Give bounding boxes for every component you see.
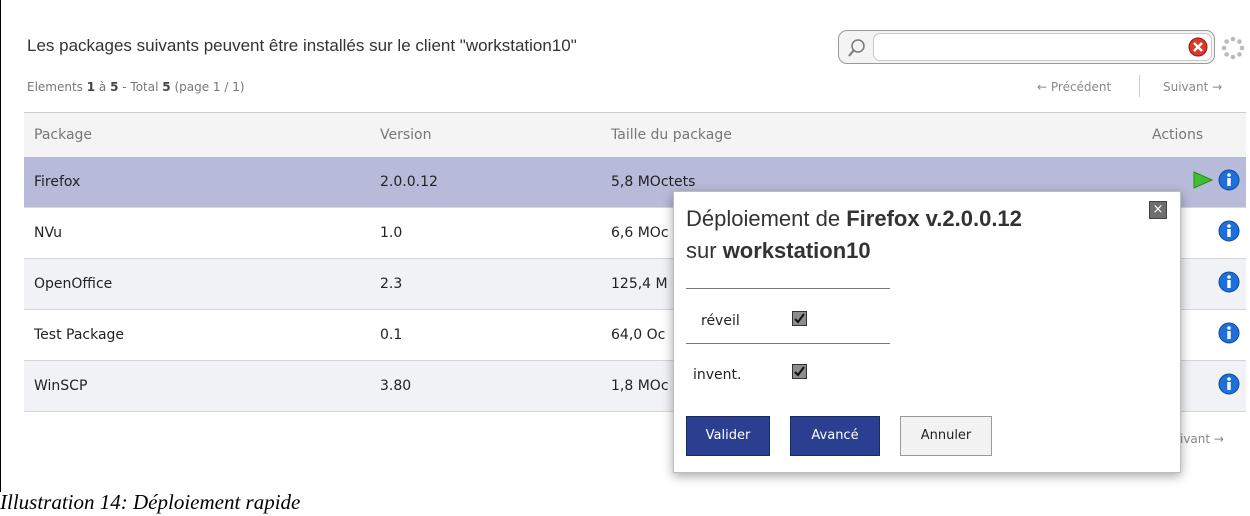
next-link[interactable]: Suivant → (1163, 80, 1222, 94)
table-header-row: Package Version Taille du package Action… (24, 112, 1246, 157)
pager-separator (1139, 75, 1140, 97)
page-title: Les packages suivants peuvent être insta… (27, 36, 577, 55)
cell-version: 1.0 (370, 207, 601, 259)
dialog-title-package: Firefox v.2.0.0.12 (846, 206, 1022, 231)
wake-label: réveil (701, 313, 740, 329)
counts-page: (page 1 / 1) (170, 80, 245, 94)
counts-start: 1 (86, 80, 96, 94)
play-icon[interactable] (1192, 170, 1214, 194)
cell-version: 2.3 (370, 258, 601, 310)
figure-caption: Illustration 14: Déploiement rapide (0, 490, 301, 514)
counts-total-label: - Total (118, 80, 163, 94)
col-version[interactable]: Version (370, 112, 601, 157)
deploy-dialog: Déploiement de Firefox v.2.0.0.12 sur wo… (673, 191, 1181, 473)
cancel-button[interactable]: Annuler (900, 416, 992, 456)
clear-icon[interactable] (1188, 37, 1208, 57)
info-icon[interactable] (1218, 322, 1240, 348)
counts-total: 5 (162, 80, 171, 94)
close-icon[interactable]: × (1149, 201, 1167, 219)
spinner-icon (1221, 36, 1245, 60)
previous-link[interactable]: ← Précédent (1037, 80, 1111, 94)
cell-version: 2.0.0.12 (370, 157, 601, 208)
dialog-title: Déploiement de Firefox v.2.0.0.12 sur wo… (686, 203, 1022, 267)
cell-package: Firefox (24, 157, 370, 208)
counts-mid: à (95, 80, 111, 94)
check-icon (794, 366, 805, 377)
col-actions: Actions (1142, 112, 1246, 157)
divider (686, 343, 890, 344)
info-icon[interactable] (1218, 373, 1240, 399)
info-icon[interactable] (1218, 220, 1240, 246)
counts-prefix: Elements (27, 80, 87, 94)
check-icon (794, 313, 805, 324)
search-input[interactable] (873, 33, 1212, 61)
inventory-label: invent. (693, 367, 742, 383)
wake-checkbox[interactable] (792, 311, 807, 326)
page-frame-left (0, 0, 1, 492)
validate-button[interactable]: Valider (686, 416, 770, 456)
cell-package: Test Package (24, 309, 370, 361)
dialog-title-host: workstation10 (722, 238, 871, 263)
dialog-title-on: sur (686, 238, 723, 263)
cell-package: NVu (24, 207, 370, 259)
info-icon[interactable] (1218, 271, 1240, 297)
divider (686, 288, 890, 289)
col-package[interactable]: Package (24, 112, 370, 157)
cell-package: WinSCP (24, 360, 370, 412)
cell-package: OpenOffice (24, 258, 370, 310)
cell-version: 3.80 (370, 360, 601, 412)
info-icon[interactable] (1218, 169, 1240, 195)
cell-version: 0.1 (370, 309, 601, 361)
pagination-summary: Elements 1 à 5 - Total 5 (page 1 / 1) (27, 80, 245, 94)
search-box (838, 30, 1215, 64)
advanced-button[interactable]: Avancé (790, 416, 880, 456)
col-size[interactable]: Taille du package (601, 112, 1142, 157)
search-icon[interactable] (847, 38, 867, 58)
dialog-title-prefix: Déploiement de (686, 206, 847, 231)
bottom-next-link[interactable]: ivant → (1180, 432, 1224, 446)
inventory-checkbox[interactable] (792, 364, 807, 379)
